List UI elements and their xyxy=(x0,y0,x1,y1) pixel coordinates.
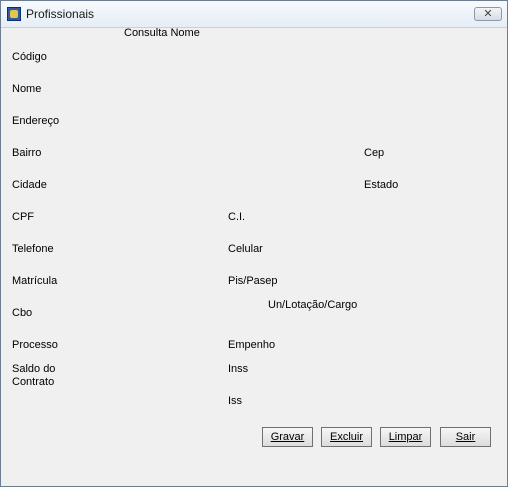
gravar-button[interactable]: Gravar xyxy=(262,427,313,447)
gravar-button-label: Gravar xyxy=(270,431,305,443)
ci-label: C.I. xyxy=(228,211,246,223)
saldo-contrato-label: Saldo do Contrato xyxy=(12,363,56,388)
processo-label: Processo xyxy=(12,339,58,351)
lotacao-cargo-label: Un/Lotação/Cargo xyxy=(268,299,358,311)
limpar-button-label: Limpar xyxy=(388,431,423,443)
estado-label: Estado xyxy=(364,179,399,191)
sair-button[interactable]: Sair xyxy=(440,427,491,447)
app-icon xyxy=(7,7,21,21)
close-icon: ✕ xyxy=(483,8,493,20)
codigo-label: Código xyxy=(12,51,47,63)
sair-button-label: Sair xyxy=(455,431,476,443)
inss-label: Inss xyxy=(228,363,249,375)
close-button[interactable]: ✕ xyxy=(474,7,502,21)
excluir-button-label: Excluir xyxy=(329,431,363,443)
cidade-label: Cidade xyxy=(12,179,47,191)
cep-label: Cep xyxy=(364,147,385,159)
matricula-label: Matrícula xyxy=(12,275,58,287)
telefone-label: Telefone xyxy=(12,243,54,255)
profissionais-window: Profissionais ✕ Consulta Nome Código Nom… xyxy=(0,0,508,487)
celular-label: Celular xyxy=(228,243,263,255)
iss-label: Iss xyxy=(228,395,243,407)
cpf-label: CPF xyxy=(12,211,34,223)
consulta-nome-label: Consulta Nome xyxy=(124,27,200,39)
window-title: Profissionais xyxy=(26,7,95,21)
cbo-label: Cbo xyxy=(12,307,33,319)
excluir-button[interactable]: Excluir xyxy=(321,427,372,447)
pis-pasep-label: Pis/Pasep xyxy=(228,275,278,287)
title-bar[interactable]: Profissionais ✕ xyxy=(1,1,507,28)
nome-label: Nome xyxy=(12,83,42,95)
empenho-label: Empenho xyxy=(228,339,276,351)
limpar-button[interactable]: Limpar xyxy=(380,427,431,447)
endereco-label: Endereço xyxy=(12,115,60,127)
bairro-label: Bairro xyxy=(12,147,42,159)
